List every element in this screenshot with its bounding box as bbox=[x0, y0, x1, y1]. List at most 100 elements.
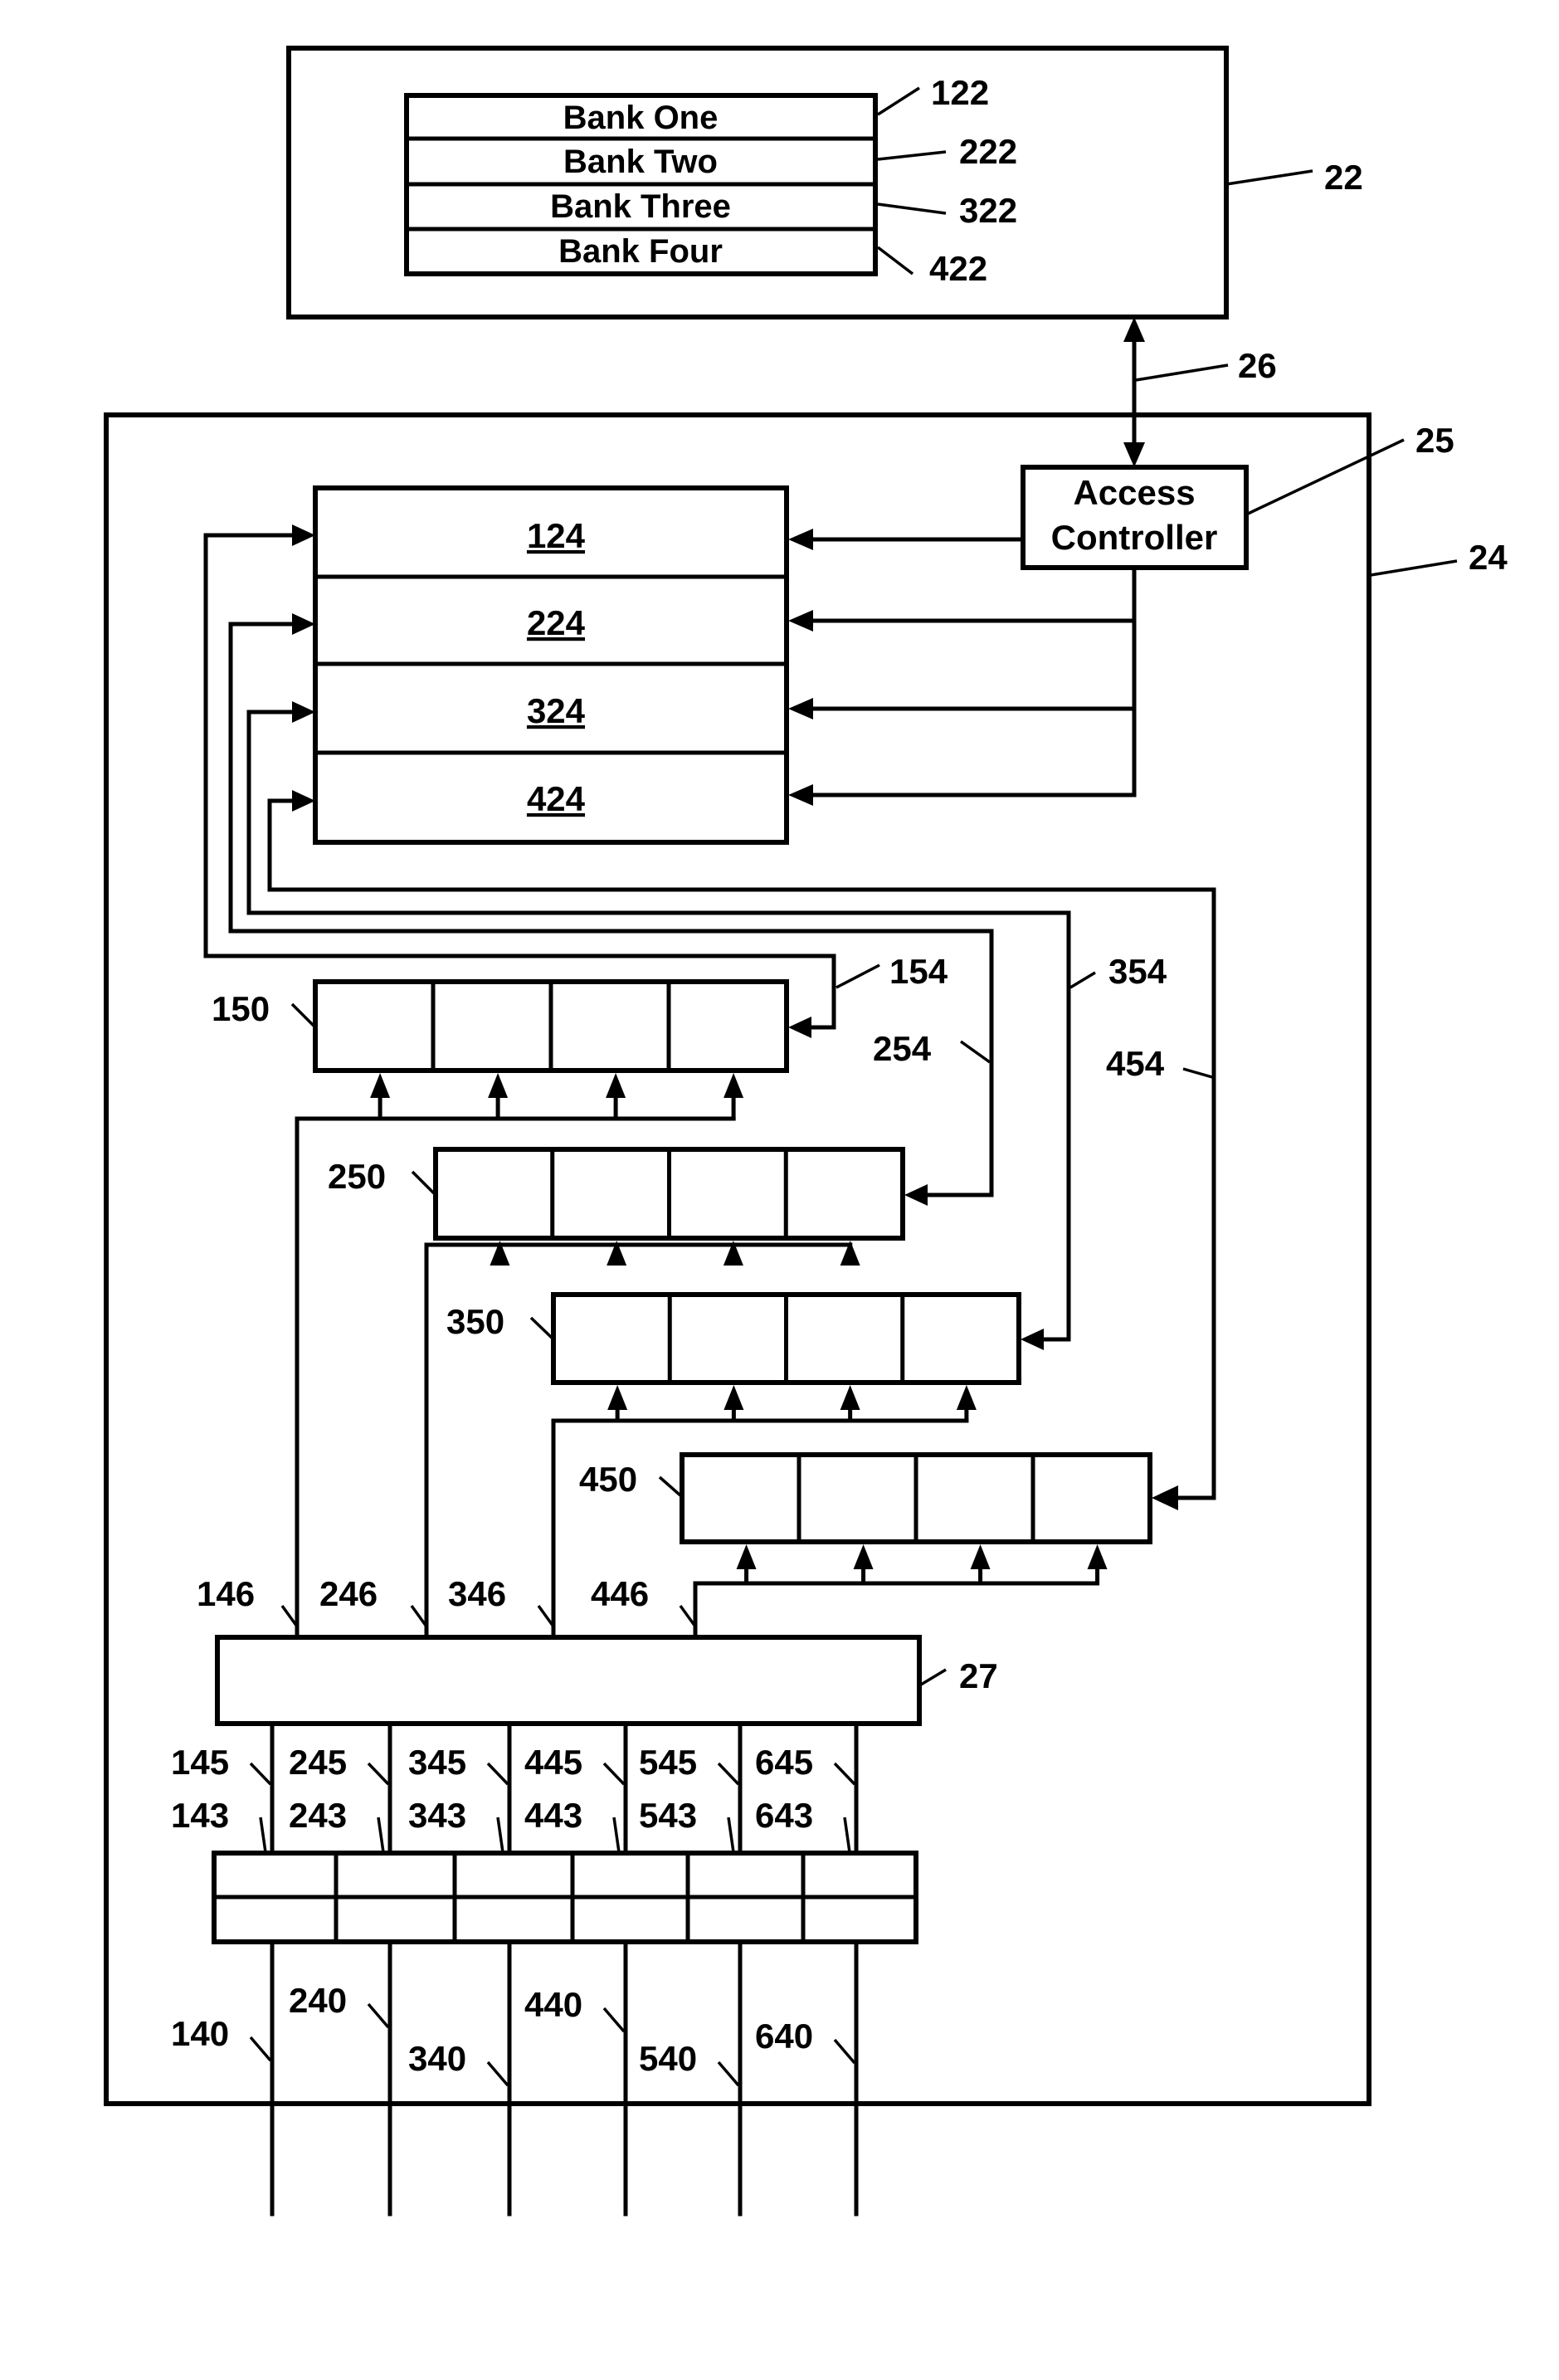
bank-label: Bank Two bbox=[563, 144, 718, 180]
leader-line bbox=[259, 1817, 267, 1853]
arrow-left-icon bbox=[788, 784, 813, 806]
ref-label: 422 bbox=[929, 249, 987, 288]
ref-label: 26 bbox=[1238, 346, 1277, 385]
leader-line bbox=[410, 1604, 428, 1628]
arrow-down-icon bbox=[1123, 442, 1145, 467]
arrow-up-icon bbox=[853, 1544, 874, 1569]
buffer-250: 250 246 bbox=[319, 1147, 905, 1640]
leader-line bbox=[727, 1817, 735, 1853]
leader-line bbox=[1245, 438, 1405, 516]
leader-line bbox=[833, 2038, 856, 2065]
leader-line bbox=[411, 1170, 436, 1195]
cache-segment-label: 124 bbox=[527, 516, 586, 555]
ref-label: 350 bbox=[446, 1302, 504, 1341]
leader-line bbox=[367, 1762, 390, 1786]
ref-label: 146 bbox=[197, 1574, 255, 1613]
bank-label: Bank Four bbox=[558, 233, 723, 270]
ref-label: 346 bbox=[448, 1574, 506, 1613]
ref-label: 154 bbox=[889, 952, 948, 991]
ref-label: 25 bbox=[1415, 421, 1454, 460]
ref-label: 250 bbox=[328, 1157, 386, 1196]
access-controller-label: Access bbox=[1073, 473, 1195, 512]
arrow-up-icon bbox=[723, 1073, 744, 1098]
leader-line bbox=[1370, 559, 1458, 577]
ref-label: 340 bbox=[408, 2039, 466, 2078]
arrow-left-icon bbox=[788, 610, 813, 632]
ref-label: 640 bbox=[755, 2017, 813, 2056]
bank-table: Bank One Bank Two Bank Three Bank Four bbox=[404, 93, 878, 276]
buffer-450: 450 446 bbox=[579, 1452, 1152, 1640]
ref-label: 443 bbox=[524, 1796, 582, 1835]
arrow-left-icon bbox=[788, 1017, 811, 1038]
bank-label: Bank One bbox=[563, 100, 719, 136]
ref-label: 645 bbox=[755, 1743, 813, 1782]
ref-label: 322 bbox=[959, 191, 1017, 230]
arrow-up-icon bbox=[956, 1385, 977, 1410]
switch-box bbox=[215, 1635, 922, 1726]
arrow-up-icon bbox=[1123, 317, 1145, 342]
arrow-left-icon bbox=[904, 1184, 928, 1206]
ref-label: 27 bbox=[959, 1656, 998, 1695]
ref-label: 454 bbox=[1106, 1044, 1165, 1083]
cache-segment-label: 324 bbox=[527, 691, 586, 730]
ref-label: 150 bbox=[212, 989, 270, 1028]
ref-label: 445 bbox=[524, 1743, 582, 1782]
leader-line bbox=[959, 1040, 991, 1064]
leader-line bbox=[1182, 1067, 1213, 1079]
leader-line bbox=[679, 1604, 697, 1628]
leader-line bbox=[486, 1762, 509, 1786]
arrow-up-icon bbox=[736, 1544, 757, 1569]
leader-line bbox=[717, 2061, 740, 2087]
buffer-input-bus bbox=[693, 1581, 1100, 1640]
leader-line bbox=[843, 1817, 851, 1853]
ref-label: 450 bbox=[579, 1460, 637, 1499]
ports: 145 143 140 245 243 240 345 343 340 445 443 440 545 5… bbox=[171, 1721, 918, 2217]
ref-label: 543 bbox=[639, 1796, 697, 1835]
leader-line bbox=[249, 2036, 272, 2062]
ref-label: 343 bbox=[408, 1796, 466, 1835]
arrow-up-icon bbox=[840, 1385, 860, 1410]
arrow-up-icon bbox=[606, 1073, 626, 1098]
leader-line bbox=[602, 2007, 626, 2033]
leader-line bbox=[612, 1817, 621, 1853]
leader-line bbox=[717, 1762, 740, 1786]
ref-label: 140 bbox=[171, 2014, 229, 2053]
arrow-left-icon bbox=[1021, 1329, 1044, 1350]
cache-segment-label: 224 bbox=[527, 603, 586, 642]
bank-label: Bank Three bbox=[550, 188, 731, 225]
leader-line bbox=[367, 2002, 390, 2029]
leader-line bbox=[836, 963, 880, 989]
arrow-left-icon bbox=[1152, 1485, 1178, 1510]
leader-line bbox=[249, 1762, 272, 1786]
ref-label: 240 bbox=[289, 1981, 347, 2020]
ref-label: 222 bbox=[959, 132, 1017, 171]
ref-label: 440 bbox=[524, 1985, 582, 2024]
port-643: 645 643 640 bbox=[755, 1721, 859, 2217]
switch-27: 27 bbox=[215, 1635, 998, 1726]
ref-label: 24 bbox=[1469, 538, 1508, 577]
ref-label: 345 bbox=[408, 1743, 466, 1782]
ref-label: 22 bbox=[1324, 158, 1363, 197]
leader-line bbox=[602, 1762, 626, 1786]
ref-label: 143 bbox=[171, 1796, 229, 1835]
ref-label: 254 bbox=[873, 1029, 932, 1068]
cache-segment-label: 424 bbox=[527, 779, 586, 818]
memory-device-22: Bank One Bank Two Bank Three Bank Four 1… bbox=[286, 46, 1363, 319]
buffers: 150 146 250 246 350 346 450 446 bbox=[197, 979, 1152, 1640]
ref-label: 540 bbox=[639, 2039, 697, 2078]
ref-label: 545 bbox=[639, 1743, 697, 1782]
ref-label: 446 bbox=[591, 1574, 649, 1613]
leader-line bbox=[833, 1762, 856, 1786]
ref-label: 643 bbox=[755, 1796, 813, 1835]
leader-line bbox=[529, 1316, 553, 1339]
leader-line bbox=[377, 1817, 385, 1853]
arrow-left-icon bbox=[788, 529, 813, 550]
access-controller: Access Controller 25 bbox=[788, 421, 1454, 806]
leader-line bbox=[1135, 363, 1229, 382]
ref-label: 354 bbox=[1108, 952, 1167, 991]
leader-line bbox=[537, 1604, 555, 1628]
arrow-left-icon bbox=[788, 698, 813, 719]
bus-26: 26 bbox=[1123, 317, 1277, 467]
leader-line bbox=[1069, 971, 1096, 989]
arrow-up-icon bbox=[1087, 1544, 1108, 1569]
